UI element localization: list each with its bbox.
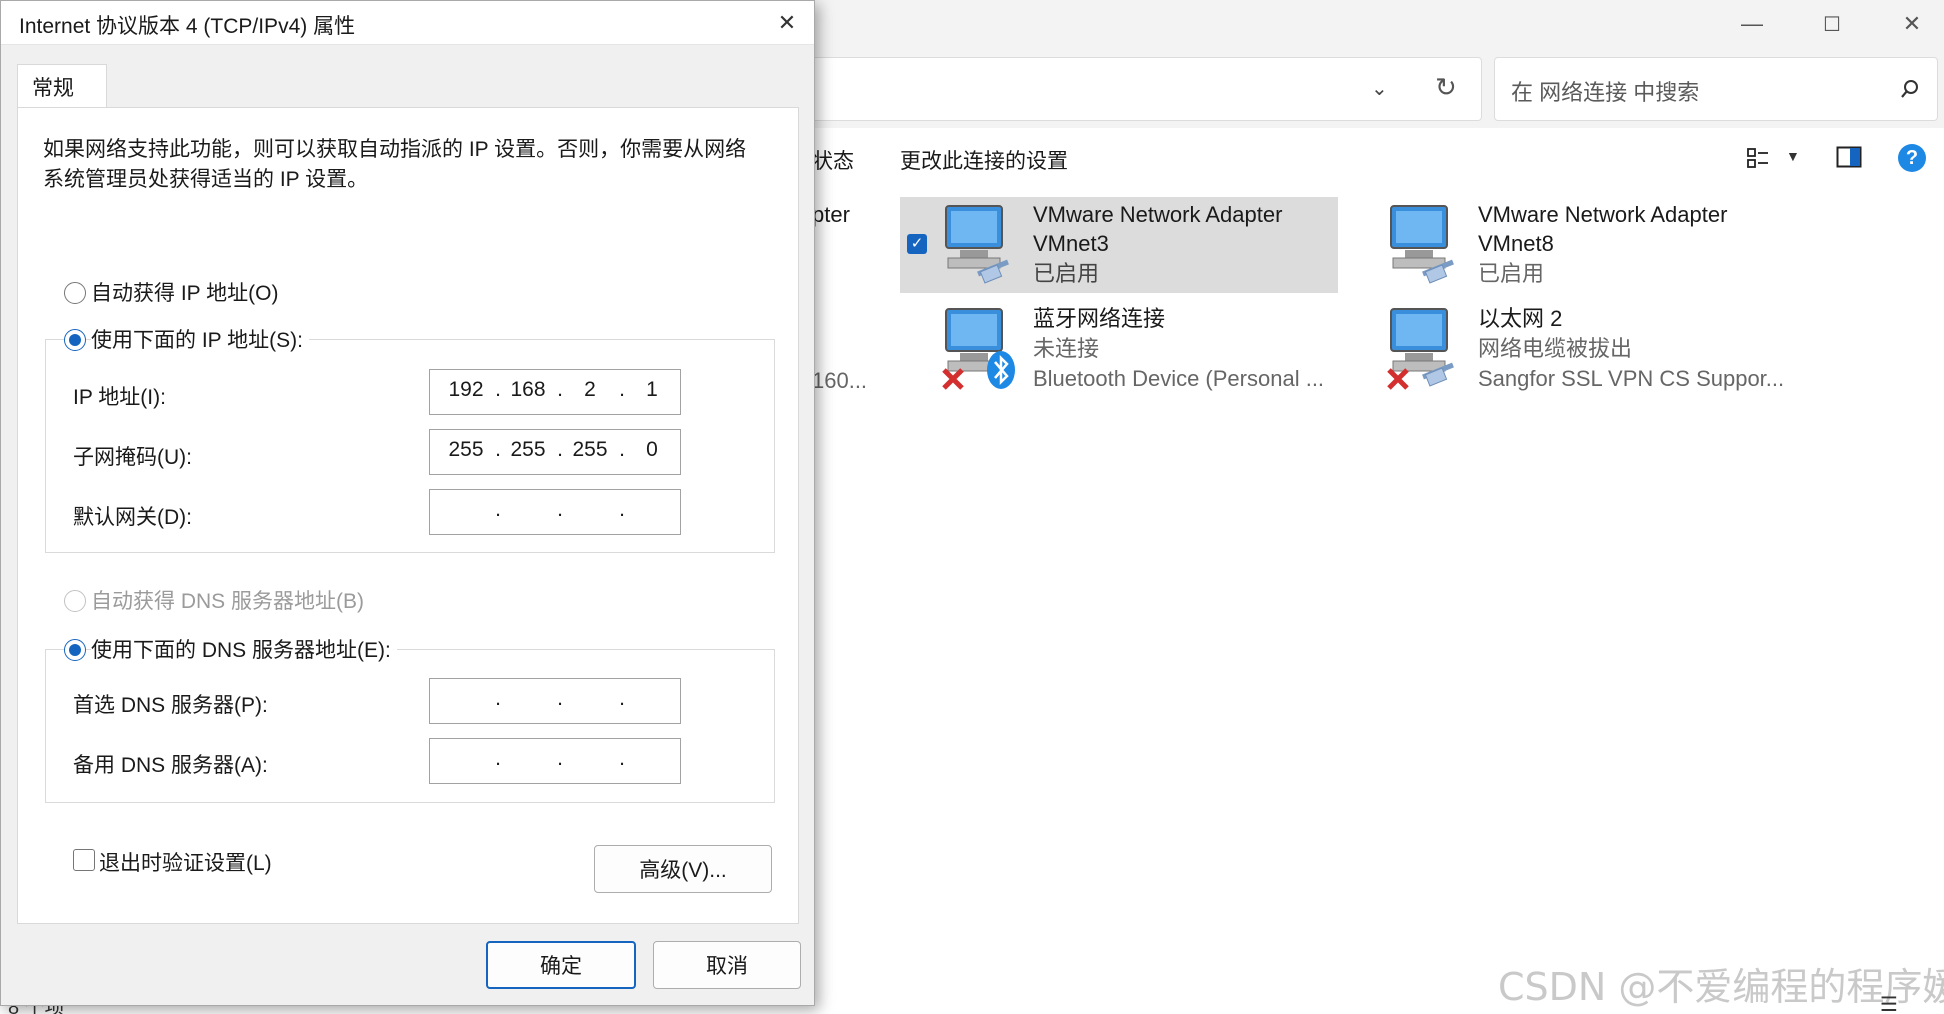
validate-on-exit-checkbox[interactable] bbox=[73, 849, 95, 871]
details-view-icon[interactable]: ☰ bbox=[1880, 995, 1898, 1014]
address-bar[interactable]: ⌄ ↻ bbox=[810, 57, 1482, 121]
ipv4-properties-dialog: Internet 协议版本 4 (TCP/IPv4) 属性 ✕ 常规 如果网络支… bbox=[0, 0, 815, 1006]
ip-dot: . bbox=[495, 747, 501, 770]
radio-manual-dns-label[interactable]: 使用下面的 DNS 服务器地址(E): bbox=[91, 634, 397, 664]
validate-on-exit-label[interactable]: 退出时验证设置(L) bbox=[99, 847, 272, 877]
search-input[interactable]: 在 网络连接 中搜索 bbox=[1511, 75, 1699, 107]
refresh-icon[interactable]: ↻ bbox=[1435, 72, 1457, 103]
ip-dot: . bbox=[557, 438, 563, 461]
view-dropdown-icon[interactable]: ▼ bbox=[1786, 148, 1800, 164]
ok-button[interactable]: 确定 bbox=[486, 941, 636, 989]
gateway-input[interactable]: . . . bbox=[429, 489, 681, 535]
selection-checkbox[interactable]: ✓ bbox=[907, 234, 927, 254]
ip-octet-2[interactable]: 168 bbox=[504, 378, 552, 402]
item-name: 以太网 2 bbox=[1478, 306, 1563, 331]
dialog-title-bar: Internet 协议版本 4 (TCP/IPv4) 属性 ✕ bbox=[1, 1, 814, 45]
item-name: VMware Network Adapter bbox=[1478, 202, 1728, 227]
close-icon: ✕ bbox=[777, 10, 797, 35]
alternate-dns-input[interactable]: . . . bbox=[429, 738, 681, 784]
ip-dot: . bbox=[619, 498, 625, 521]
item-name-line2: VMnet3 bbox=[1033, 231, 1109, 256]
partial-item-device: 160... bbox=[812, 368, 868, 393]
dialog-description: 如果网络支持此功能，则可以获取自动指派的 IP 设置。否则，你需要从网络系统管理… bbox=[43, 138, 747, 191]
radio-manual-ip-label[interactable]: 使用下面的 IP 地址(S): bbox=[91, 324, 309, 354]
subnet-mask-input[interactable]: 255 . 255 . 255 . 0 bbox=[429, 429, 681, 475]
ip-address-label: IP 地址(I): bbox=[73, 386, 166, 409]
advanced-button[interactable]: 高级(V)... bbox=[594, 845, 772, 893]
ip-dot: . bbox=[557, 498, 563, 521]
view-options-icon[interactable] bbox=[1746, 146, 1770, 170]
bluetooth-icon bbox=[987, 351, 1015, 389]
mask-octet-2[interactable]: 255 bbox=[504, 438, 552, 462]
item-status: 已启用 bbox=[1033, 261, 1100, 286]
chevron-down-icon[interactable]: ⌄ bbox=[1371, 76, 1388, 101]
radio-auto-ip[interactable] bbox=[64, 282, 86, 304]
csdn-watermark: CSDN @不爱编程的程序媛 bbox=[1498, 965, 1944, 1009]
ip-octet-1[interactable]: 192 bbox=[442, 378, 490, 402]
ip-dot: . bbox=[619, 378, 625, 401]
ip-dot: . bbox=[557, 378, 563, 401]
preview-pane-icon[interactable] bbox=[1836, 145, 1862, 169]
ip-octet-3[interactable]: 2 bbox=[566, 378, 614, 402]
ip-dot: . bbox=[619, 687, 625, 710]
preferred-dns-input[interactable]: . . . bbox=[429, 678, 681, 724]
radio-auto-ip-label[interactable]: 自动获得 IP 地址(O) bbox=[91, 277, 285, 307]
item-device: Bluetooth Device (Personal ... bbox=[1033, 366, 1325, 391]
ip-address-input[interactable]: 192 . 168 . 2 . 1 bbox=[429, 369, 681, 415]
ip-octet-4[interactable]: 1 bbox=[628, 378, 676, 402]
ip-dot: . bbox=[495, 498, 501, 521]
help-icon[interactable]: ? bbox=[1898, 144, 1926, 172]
ip-dot: . bbox=[495, 687, 501, 710]
subnet-mask-label: 子网掩码(U): bbox=[73, 446, 192, 469]
maximize-button[interactable]: ☐ bbox=[1792, 0, 1872, 48]
search-icon bbox=[1901, 80, 1918, 98]
ip-dot: . bbox=[495, 378, 501, 401]
ip-dot: . bbox=[557, 687, 563, 710]
item-name-line2: VMnet8 bbox=[1478, 231, 1554, 256]
minimize-button[interactable]: — bbox=[1712, 0, 1792, 48]
mask-octet-3[interactable]: 255 bbox=[566, 438, 614, 462]
dialog-close-button[interactable]: ✕ bbox=[765, 5, 809, 41]
gateway-label: 默认网关(D): bbox=[73, 506, 192, 529]
ip-dot: . bbox=[619, 438, 625, 461]
ip-dot: . bbox=[557, 747, 563, 770]
network-adapter-icon bbox=[1390, 205, 1454, 284]
mask-octet-4[interactable]: 0 bbox=[628, 438, 676, 462]
item-status: 已启用 bbox=[1478, 261, 1545, 286]
dialog-title: Internet 协议版本 4 (TCP/IPv4) 属性 bbox=[19, 15, 356, 38]
disconnected-x-icon bbox=[942, 368, 964, 390]
alternate-dns-label: 备用 DNS 服务器(A): bbox=[73, 754, 268, 777]
item-status: 未连接 bbox=[1033, 336, 1100, 361]
tab-general[interactable]: 常规 bbox=[17, 64, 107, 109]
command-status[interactable]: 状态 bbox=[812, 145, 854, 175]
radio-manual-dns[interactable] bbox=[64, 639, 86, 661]
radio-auto-dns-label[interactable]: 自动获得 DNS 服务器地址(B) bbox=[91, 585, 370, 615]
mask-octet-1[interactable]: 255 bbox=[442, 438, 490, 462]
search-box[interactable]: 在 网络连接 中搜索 bbox=[1494, 57, 1938, 121]
network-adapter-icon bbox=[945, 205, 1009, 284]
ip-dot: . bbox=[619, 747, 625, 770]
disconnected-x-icon bbox=[1387, 368, 1409, 390]
ip-dot: . bbox=[495, 438, 501, 461]
item-status: 网络电缆被拔出 bbox=[1478, 336, 1633, 361]
item-name: VMware Network Adapter bbox=[1033, 202, 1283, 227]
command-change-settings[interactable]: 更改此连接的设置 bbox=[900, 145, 1068, 175]
close-button[interactable]: ✕ bbox=[1872, 0, 1944, 48]
radio-manual-ip[interactable] bbox=[64, 329, 86, 351]
cancel-button[interactable]: 取消 bbox=[653, 941, 801, 989]
radio-auto-dns[interactable] bbox=[64, 590, 86, 612]
preferred-dns-label: 首选 DNS 服务器(P): bbox=[73, 694, 268, 717]
item-name: 蓝牙网络连接 bbox=[1033, 306, 1166, 331]
item-device: Sangfor SSL VPN CS Suppor... bbox=[1478, 366, 1785, 391]
partial-item-name: pter bbox=[812, 202, 850, 227]
